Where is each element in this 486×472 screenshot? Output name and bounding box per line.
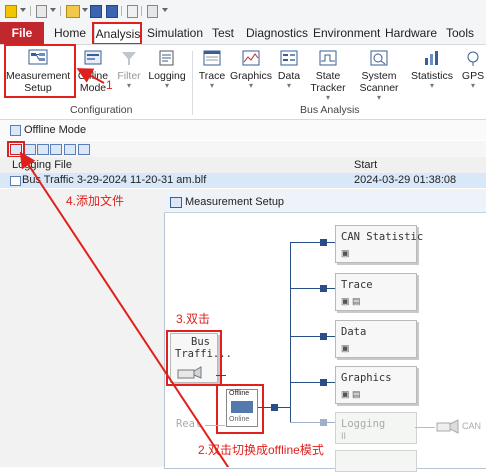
arrow-step1 [76,68,105,84]
annotation-step2: 2.双击切换成offline模式 [198,443,324,457]
annotation-step4: 4.添加文件 [66,194,125,208]
annotation-arrows [19,68,230,467]
annotation-step1: 1 [106,78,113,92]
annotation-step3: 3.双击 [176,312,211,326]
